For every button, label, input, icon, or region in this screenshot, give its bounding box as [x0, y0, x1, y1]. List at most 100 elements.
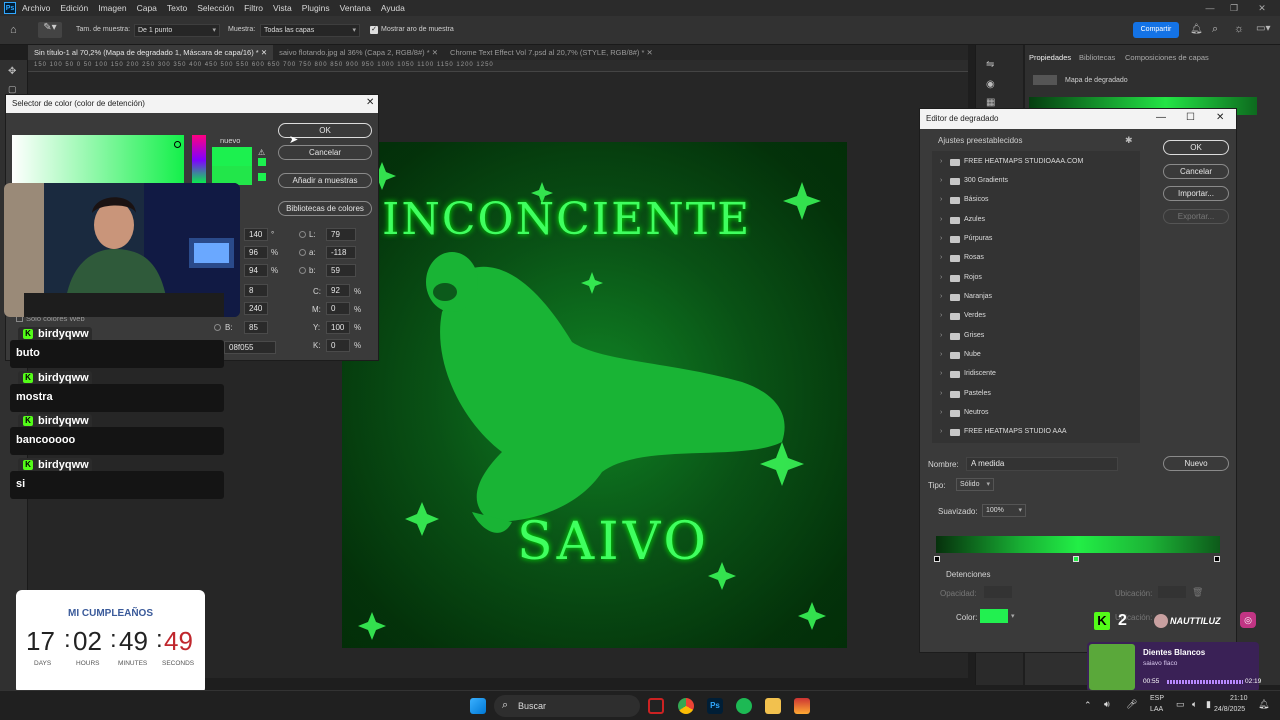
close-tab-icon[interactable]: ✕ — [647, 48, 653, 57]
preset-folder[interactable]: › Pasteles — [940, 387, 1140, 401]
tab-document-3[interactable]: Chrome Text Effect Vol 7.psd al 20,7% (S… — [444, 45, 659, 60]
share-button[interactable]: Compartir — [1133, 22, 1179, 38]
type-select[interactable]: Sólido — [956, 478, 994, 491]
menu-vista[interactable]: Vista — [273, 3, 292, 13]
preset-folder[interactable]: › Azules — [940, 213, 1140, 227]
lab-l-field[interactable]: 79 — [326, 228, 356, 241]
grid-icon[interactable]: ▦ — [986, 97, 995, 108]
import-button[interactable]: Importar... — [1163, 186, 1229, 201]
speaker-icon[interactable]: 🔊︎ — [1104, 699, 1110, 710]
close-tab-icon[interactable]: ✕ — [432, 48, 438, 57]
tab-composiciones[interactable]: Composiciones de capas — [1125, 53, 1209, 62]
close-tab-icon[interactable]: ✕ — [261, 48, 267, 57]
lab-b-radio[interactable] — [299, 267, 306, 274]
search-bar[interactable]: ⌕ Buscar — [494, 695, 640, 717]
yellow-field[interactable]: 100 — [326, 321, 350, 334]
windows-start-icon[interactable] — [470, 698, 486, 714]
obs-icon[interactable] — [648, 698, 664, 714]
menu-ventana[interactable]: Ventana — [340, 3, 371, 13]
app-icon[interactable] — [794, 698, 810, 714]
menu-filtro[interactable]: Filtro — [244, 3, 263, 13]
history-icon[interactable]: ⇋ — [986, 59, 994, 70]
menu-texto[interactable]: Texto — [167, 3, 187, 13]
region-indicator[interactable]: LAA — [1150, 706, 1163, 713]
close-icon[interactable]: ✕ — [1252, 0, 1272, 16]
preset-folder[interactable]: › FREE HEATMAPS STUDIO AAA — [940, 425, 1140, 439]
adjustments-icon[interactable]: ◉ — [986, 79, 995, 90]
hue-field[interactable]: 140 — [244, 228, 268, 241]
preset-folder[interactable]: › Básicos — [940, 193, 1140, 207]
preset-folder[interactable]: › Púrpuras — [940, 232, 1140, 246]
smoothness-select[interactable]: 100% — [982, 504, 1026, 517]
web-swatch[interactable] — [258, 173, 266, 181]
sample-select[interactable]: Todas las capas — [260, 24, 360, 37]
preset-folder[interactable]: › Rosas — [940, 251, 1140, 265]
close-icon[interactable]: ✕ — [366, 97, 374, 108]
color-stop[interactable] — [1214, 556, 1220, 562]
gear-icon[interactable]: ✱ — [1125, 135, 1133, 146]
clock-date[interactable]: 24/8/2025 — [1214, 706, 1245, 713]
microphone-icon[interactable]: 🎤︎ — [1126, 699, 1137, 710]
artwork-canvas[interactable]: INCONCIENTE SAIVO — [342, 142, 847, 648]
black-field[interactable]: 0 — [326, 339, 350, 352]
cyan-field[interactable]: 92 — [326, 284, 350, 297]
red-field[interactable]: 8 — [244, 284, 268, 297]
chrome-icon[interactable] — [678, 698, 694, 714]
color-field[interactable] — [12, 135, 184, 185]
menu-edicion[interactable]: Edición — [60, 3, 88, 13]
show-ring-checkbox[interactable]: ✓ — [370, 26, 378, 34]
preset-folder[interactable]: › Grises — [940, 329, 1140, 343]
tab-document-2[interactable]: saivo flotando.jpg al 36% (Capa 2, RGB/8… — [273, 45, 444, 60]
opacity-field[interactable] — [984, 586, 1012, 598]
color-stop[interactable] — [934, 556, 940, 562]
minimize-icon[interactable]: — — [1156, 112, 1166, 123]
warning-icon[interactable]: ⚠ — [258, 148, 266, 157]
blue-radio[interactable] — [214, 324, 221, 331]
menu-imagen[interactable]: Imagen — [98, 3, 126, 13]
magenta-field[interactable]: 0 — [326, 302, 350, 315]
menu-seleccion[interactable]: Selección — [197, 3, 234, 13]
lab-a-field[interactable]: -118 — [326, 246, 356, 259]
location-field[interactable] — [1158, 586, 1186, 598]
menu-archivo[interactable]: Archivo — [22, 3, 50, 13]
tab-bibliotecas[interactable]: Bibliotecas — [1079, 53, 1115, 62]
color-field-cursor[interactable] — [174, 141, 181, 148]
lab-b-field[interactable]: 59 — [326, 264, 356, 277]
menu-plugins[interactable]: Plugins — [302, 3, 330, 13]
notification-icon[interactable]: 🔔︎ — [1258, 699, 1269, 710]
move-tool-icon[interactable]: ✥ — [8, 66, 16, 77]
gamut-swatch[interactable] — [258, 158, 266, 166]
color-stop-selected[interactable] — [1073, 556, 1079, 562]
green-field[interactable]: 240 — [244, 302, 268, 315]
cancel-button[interactable]: Cancelar — [1163, 164, 1229, 179]
brightness-field[interactable]: 94 — [244, 264, 268, 277]
new-gradient-button[interactable]: Nuevo — [1163, 456, 1229, 471]
chevron-down-icon[interactable]: ▾ — [1011, 612, 1015, 620]
preset-folder[interactable]: › Verdes — [940, 309, 1140, 323]
lightbulb-icon[interactable]: ☼ — [1234, 23, 1244, 35]
color-libraries-button[interactable]: Bibliotecas de colores — [278, 201, 372, 216]
preset-folder[interactable]: › Iridiscente — [940, 367, 1140, 381]
preset-folder[interactable]: › Neutros — [940, 406, 1140, 420]
stop-color-swatch[interactable] — [980, 609, 1008, 623]
home-icon[interactable]: ⌂ — [10, 24, 24, 36]
workspace-icon[interactable]: ▭▾ — [1256, 23, 1270, 34]
name-field[interactable]: A medida — [966, 457, 1118, 471]
bell-icon[interactable]: 🔔︎ — [1190, 24, 1203, 35]
cancel-button[interactable]: Cancelar — [278, 145, 372, 160]
menu-capa[interactable]: Capa — [137, 3, 157, 13]
gradient-bar[interactable] — [936, 536, 1220, 553]
preset-folder[interactable]: › 300 Gradients — [940, 174, 1140, 188]
menu-ayuda[interactable]: Ayuda — [381, 3, 405, 13]
chevron-up-icon[interactable]: ⌃ — [1084, 700, 1092, 711]
minimize-icon[interactable]: — — [1200, 0, 1220, 16]
spotify-icon[interactable] — [736, 698, 752, 714]
saturation-field[interactable]: 96 — [244, 246, 268, 259]
photoshop-icon[interactable]: Ps — [707, 698, 723, 714]
battery-icon[interactable]: ▮ — [1206, 699, 1211, 710]
eyedropper-tool-icon[interactable]: ✎▾ — [38, 22, 62, 38]
ok-button[interactable]: OK — [1163, 140, 1229, 155]
preset-folder[interactable]: › Naranjas — [940, 290, 1140, 304]
tab-document-1[interactable]: Sin título-1 al 70,2% (Mapa de degradado… — [28, 45, 274, 60]
close-icon[interactable]: ✕ — [1216, 112, 1224, 123]
